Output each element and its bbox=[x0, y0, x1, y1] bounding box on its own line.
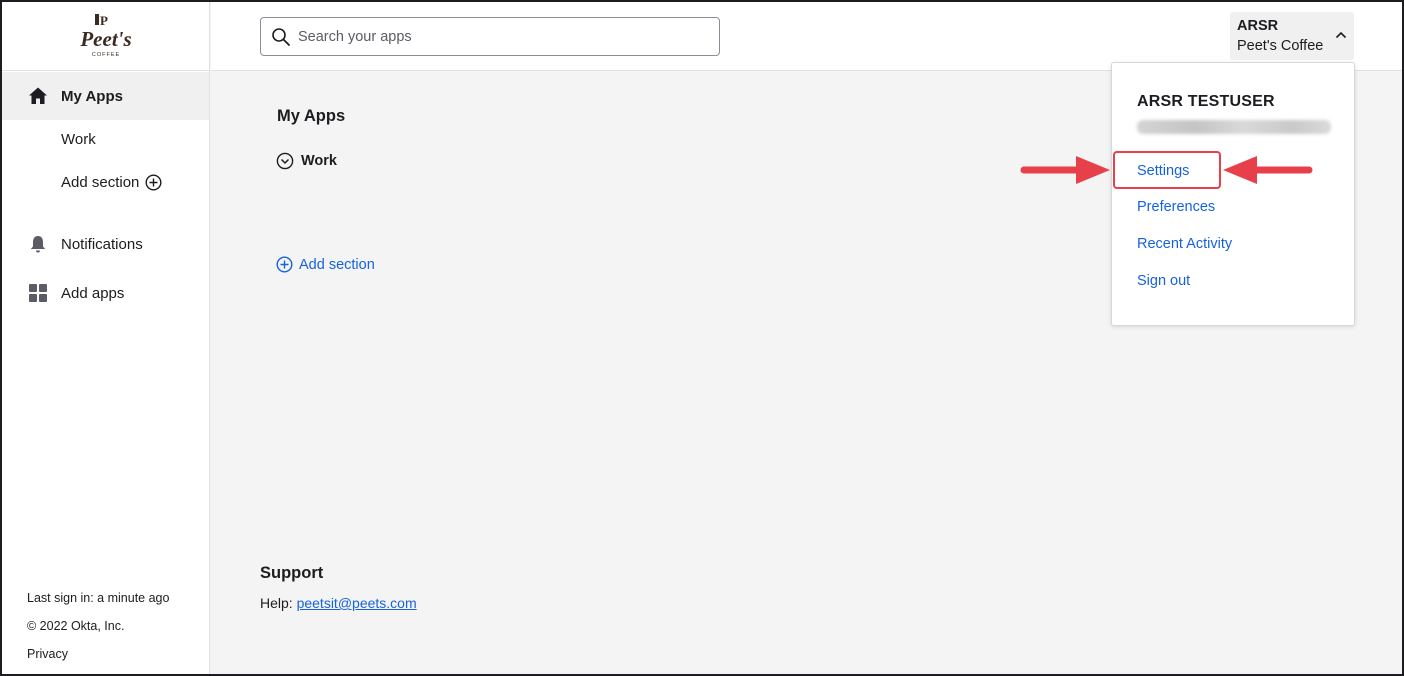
add-section-label: Add section bbox=[299, 256, 375, 273]
peets-logo-icon: P Peet's COFFEE bbox=[79, 13, 131, 58]
app-window: P Peet's COFFEE My Apps Work Add section bbox=[0, 0, 1404, 676]
settings-link[interactable]: Settings bbox=[1137, 163, 1189, 179]
sidebar-item-my-apps[interactable]: My Apps bbox=[2, 72, 209, 120]
sidebar-item-add-apps[interactable]: Add apps bbox=[2, 269, 209, 317]
user-menu-button[interactable]: ARSR Peet's Coffee bbox=[1230, 12, 1354, 60]
top-header: ARSR Peet's Coffee bbox=[211, 2, 1402, 71]
sidebar-section-label: Work bbox=[61, 131, 96, 148]
svg-text:P: P bbox=[100, 13, 108, 28]
user-short-name: ARSR bbox=[1237, 18, 1279, 34]
user-full-name: ARSR TESTUSER bbox=[1137, 93, 1275, 110]
last-sign-in-text: Last sign in: a minute ago bbox=[27, 591, 170, 605]
section-label: Work bbox=[301, 153, 337, 169]
user-dropdown-menu: ARSR TESTUSER Settings Preferences Recen… bbox=[1111, 62, 1355, 326]
sidebar-item-notifications[interactable]: Notifications bbox=[2, 220, 209, 268]
search-box[interactable] bbox=[260, 17, 720, 56]
chevron-up-icon bbox=[1335, 31, 1347, 39]
sidebar-item-label: Add apps bbox=[61, 284, 125, 302]
user-org-name: Peet's Coffee bbox=[1237, 38, 1324, 54]
recent-activity-link[interactable]: Recent Activity bbox=[1137, 236, 1232, 252]
sidebar-section-work[interactable]: Work bbox=[61, 131, 96, 148]
search-input[interactable] bbox=[298, 18, 708, 55]
search-icon bbox=[272, 28, 290, 46]
home-icon bbox=[27, 85, 49, 107]
help-prefix: Help: bbox=[260, 595, 297, 611]
add-section-button[interactable]: Add section bbox=[276, 256, 375, 273]
sidebar-item-label: My Apps bbox=[61, 87, 123, 105]
help-line: Help: peetsit@peets.com bbox=[260, 595, 417, 611]
arrow-right-icon bbox=[1020, 156, 1110, 184]
sign-out-link[interactable]: Sign out bbox=[1137, 273, 1190, 289]
bell-icon bbox=[27, 233, 49, 255]
page-title: My Apps bbox=[277, 107, 346, 125]
sidebar-item-label: Notifications bbox=[61, 235, 143, 253]
section-toggle-work[interactable]: Work bbox=[276, 152, 337, 170]
sidebar-add-section[interactable]: Add section bbox=[61, 174, 162, 191]
grid-icon bbox=[27, 282, 49, 304]
plus-circle-icon bbox=[145, 174, 162, 191]
plus-circle-icon bbox=[276, 256, 293, 273]
svg-text:COFFEE: COFFEE bbox=[92, 52, 120, 58]
support-heading: Support bbox=[260, 564, 324, 582]
privacy-link[interactable]: Privacy bbox=[27, 647, 68, 661]
chevron-down-circle-icon bbox=[276, 152, 294, 170]
peets-logo[interactable]: P Peet's COFFEE bbox=[2, 2, 210, 71]
user-email-blurred bbox=[1137, 120, 1331, 134]
preferences-link[interactable]: Preferences bbox=[1137, 199, 1215, 215]
sidebar-add-section-label: Add section bbox=[61, 174, 140, 191]
sidebar: P Peet's COFFEE My Apps Work Add section bbox=[2, 2, 210, 674]
help-email-link[interactable]: peetsit@peets.com bbox=[297, 595, 417, 611]
svg-text:Peet's: Peet's bbox=[79, 27, 131, 51]
copyright-text: © 2022 Okta, Inc. bbox=[27, 619, 125, 633]
